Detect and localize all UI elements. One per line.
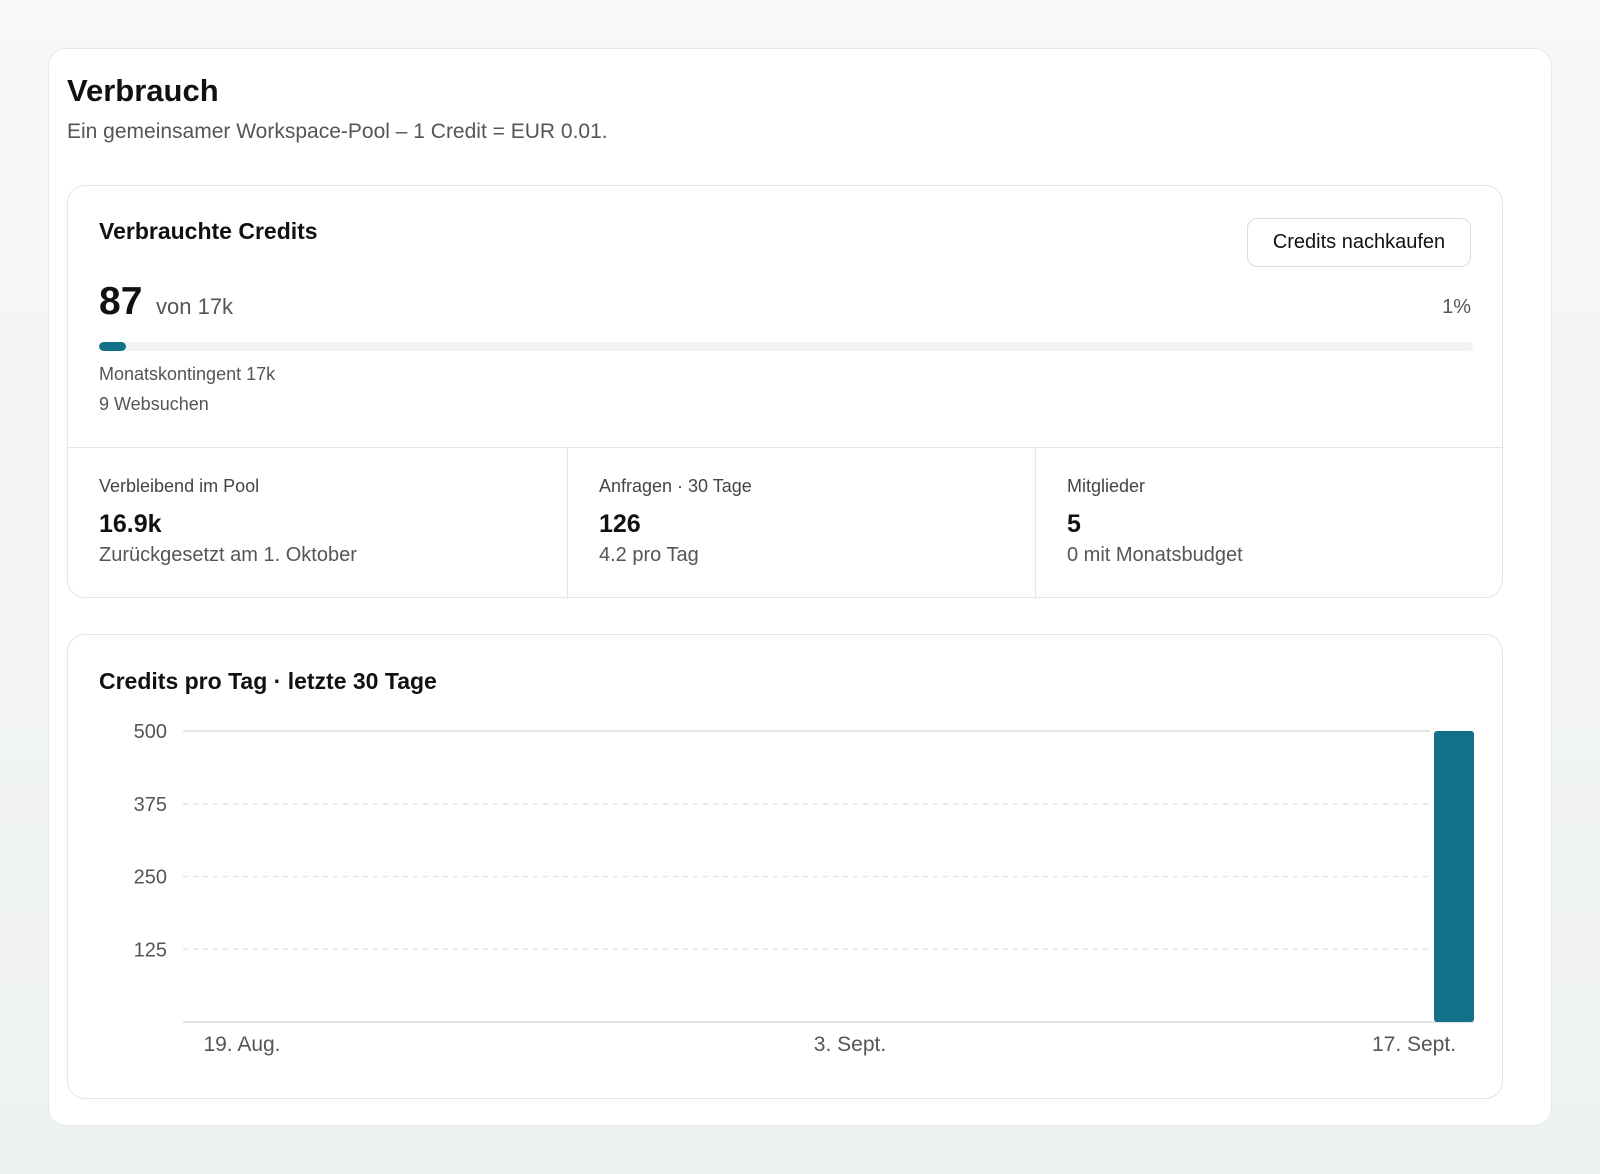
- credits-card: Verbrauchte Credits Credits nachkaufen 8…: [67, 185, 1503, 599]
- credits-total-text: von 17k: [156, 294, 234, 319]
- bar-17-sept-: [1434, 731, 1474, 1022]
- stat-subtext: Zurückgesetzt am 1. Oktober: [99, 544, 357, 566]
- y-tick-label: 125: [134, 939, 167, 961]
- stat-value: 16.9k: [99, 510, 162, 538]
- y-tick-label: 250: [134, 867, 167, 889]
- credits-per-day-chart-card: 125 250 375 500 19. Aug. 3. Sept. 17. Sept. Cr…: [67, 634, 1503, 1099]
- y-tick-label: 375: [134, 794, 167, 816]
- stat-requests-30-days: Anfragen · 30 Tage 126 4.2 pro Tag: [567, 448, 1035, 599]
- credits-per-day-chart: 125 250 375 500 19. Aug. 3. Sept. 17. Sept.: [134, 721, 1474, 1056]
- monthly-quota-text: Monatskontingent 17k: [99, 364, 276, 384]
- stat-value: 126: [599, 510, 641, 538]
- credits-card-title: Verbrauchte Credits: [99, 218, 318, 244]
- y-tick-label: 500: [134, 721, 167, 743]
- stat-label: Anfragen · 30 Tage: [599, 476, 752, 496]
- stat-subtext: 4.2 pro Tag: [599, 544, 699, 566]
- usage-panel: Verbrauch Ein gemeinsamer Workspace-Pool…: [48, 48, 1552, 1126]
- stat-members: Mitglieder 5 0 mit Monatsbudget: [1035, 448, 1502, 599]
- stat-remaining-pool: Verbleibend im Pool 16.9k Zurückgesetzt …: [68, 448, 567, 599]
- credits-progress-fill: [99, 342, 127, 351]
- stats-row: Verbleibend im Pool 16.9k Zurückgesetzt …: [68, 447, 1502, 599]
- page-title: Verbrauch: [67, 73, 219, 108]
- stat-subtext: 0 mit Monatsbudget: [1067, 544, 1243, 566]
- stat-label: Mitglieder: [1067, 476, 1146, 496]
- stat-value: 5: [1067, 510, 1081, 538]
- stat-label: Verbleibend im Pool: [99, 476, 260, 496]
- chart-title: Credits pro Tag · letzte 30 Tage: [99, 668, 437, 694]
- page-subtitle: Ein gemeinsamer Workspace-Pool – 1 Credi…: [67, 120, 608, 143]
- x-tick-label: 17. Sept.: [1372, 1033, 1456, 1056]
- x-tick-label: 19. Aug.: [203, 1033, 280, 1056]
- credits-percent: 1%: [1442, 296, 1471, 318]
- credits-progress-bar: [99, 342, 1473, 351]
- buy-credits-button[interactable]: Credits nachkaufen: [1247, 218, 1471, 267]
- used-credits-value: 87: [99, 280, 143, 323]
- websearch-count-text: 9 Websuchen: [99, 394, 209, 414]
- x-tick-label: 3. Sept.: [814, 1033, 886, 1056]
